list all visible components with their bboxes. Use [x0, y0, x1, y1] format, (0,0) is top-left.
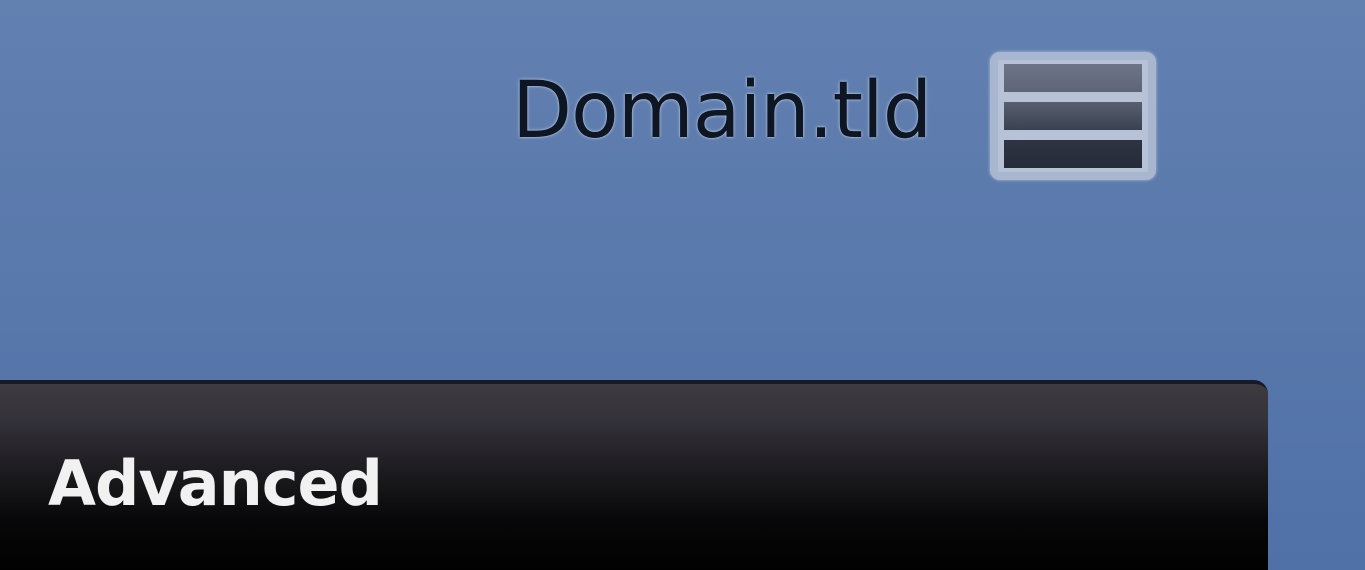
menu-bar-middle — [1004, 102, 1142, 130]
menu-bar-top — [1004, 64, 1142, 92]
domain-label: Domain.tld — [512, 66, 932, 156]
menu-bar-bottom — [1004, 140, 1142, 168]
hamburger-menu-icon[interactable] — [990, 52, 1156, 180]
advanced-tab-label[interactable]: Advanced — [48, 446, 383, 522]
